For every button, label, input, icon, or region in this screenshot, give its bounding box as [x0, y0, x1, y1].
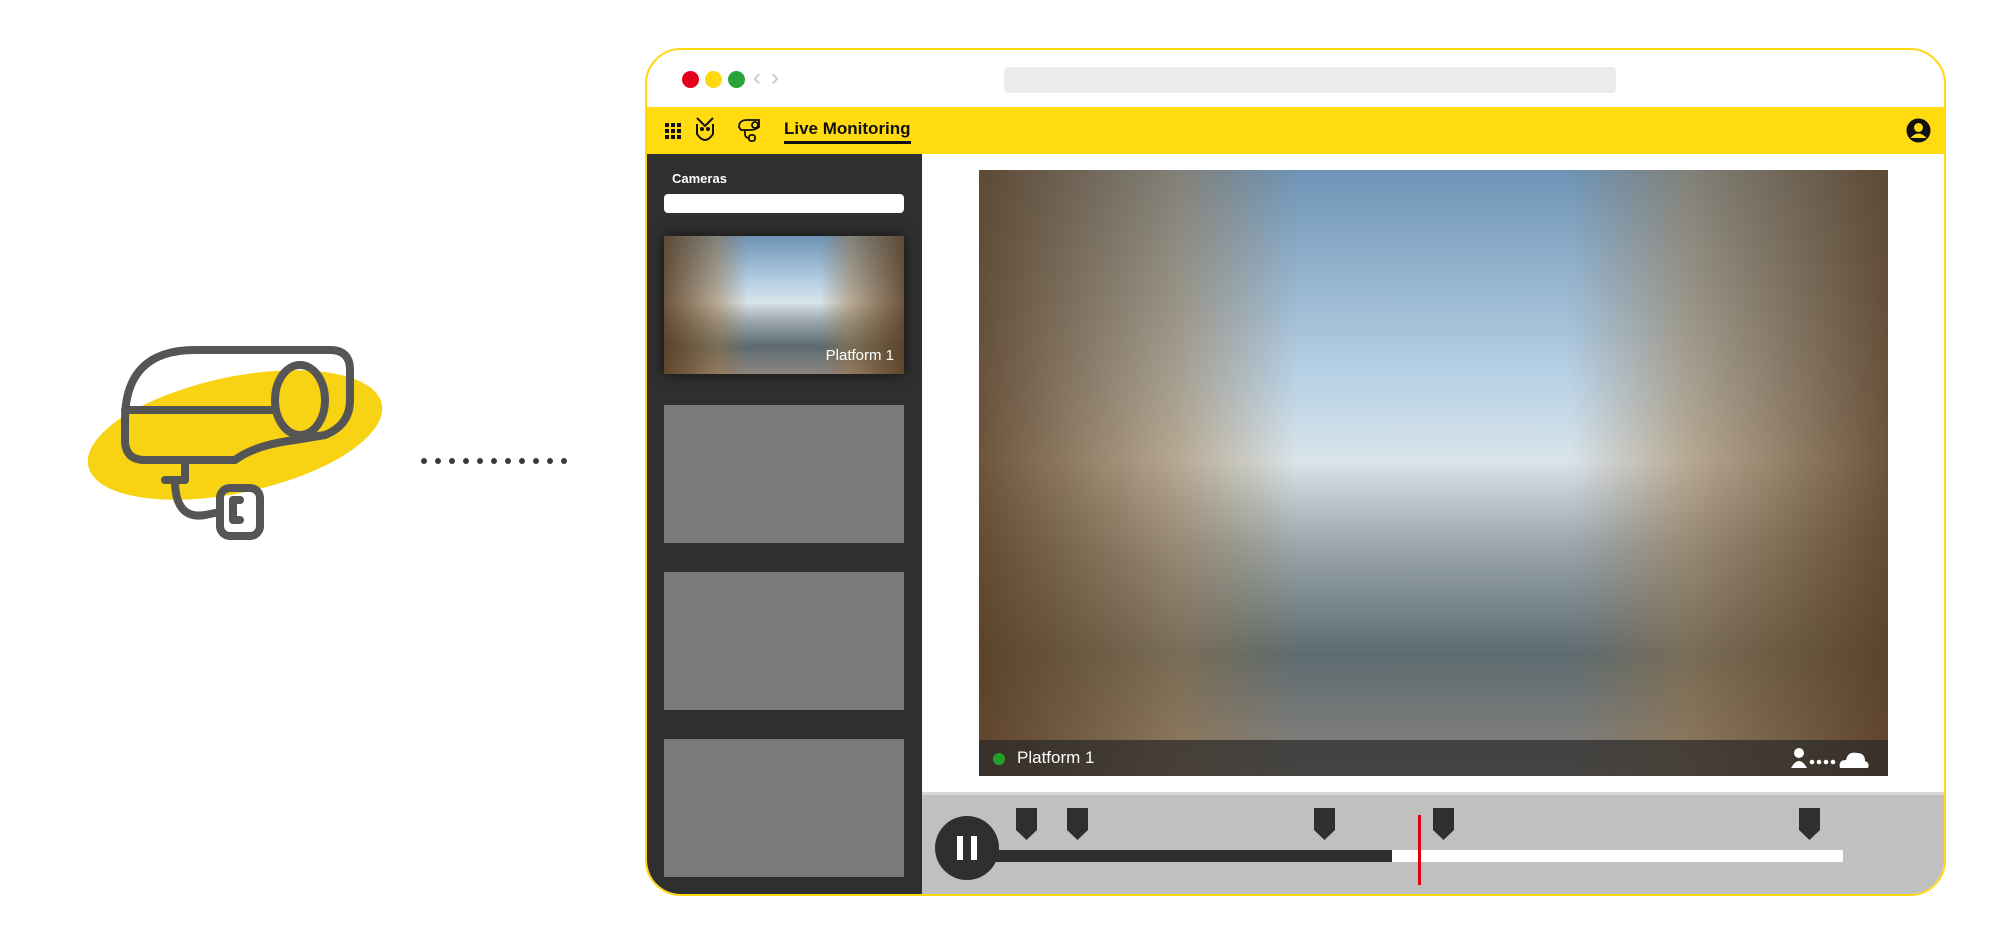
- video-status-icons: [1791, 748, 1869, 768]
- event-marker[interactable]: [1433, 808, 1455, 840]
- live-video-feed[interactable]: Platform 1: [979, 170, 1888, 776]
- dots-icon: [1809, 759, 1836, 765]
- maximize-window-button[interactable]: [728, 71, 745, 88]
- security-camera-illustration: [87, 346, 383, 540]
- event-marker[interactable]: [1798, 808, 1820, 840]
- pause-button[interactable]: [935, 816, 999, 880]
- event-marker[interactable]: [1016, 808, 1038, 840]
- playhead[interactable]: [1417, 815, 1421, 885]
- minimize-window-button[interactable]: [705, 71, 722, 88]
- camera-thumbnail-label: Platform 1: [825, 347, 894, 364]
- camera-search-input[interactable]: [664, 194, 904, 213]
- grid-icon[interactable]: [665, 123, 681, 139]
- address-bar[interactable]: [1004, 67, 1616, 93]
- status-online-indicator: [993, 753, 1005, 765]
- close-window-button[interactable]: [682, 71, 699, 88]
- owl-logo-icon: [696, 117, 714, 141]
- cameras-label: Cameras: [672, 171, 727, 186]
- camera-icon[interactable]: [737, 117, 763, 143]
- tab-live-monitoring[interactable]: Live Monitoring: [784, 119, 911, 144]
- camera-thumbnail-empty[interactable]: [664, 405, 904, 543]
- video-info-bar: Platform 1: [979, 740, 1888, 776]
- video-camera-name: Platform 1: [1017, 748, 1095, 767]
- person-icon: [1791, 748, 1807, 768]
- event-marker[interactable]: [1313, 808, 1335, 840]
- playback-timeline: [922, 792, 1944, 894]
- camera-thumbnail-empty[interactable]: [664, 739, 904, 877]
- user-account-icon[interactable]: [1906, 118, 1931, 143]
- timeline-progress: [992, 850, 1392, 862]
- camera-thumbnail-platform-1[interactable]: Platform 1: [664, 236, 904, 374]
- camera-sidebar: Cameras Platform 1: [647, 154, 922, 894]
- camera-thumbnail-empty[interactable]: [664, 572, 904, 710]
- forward-icon[interactable]: ›: [771, 64, 779, 92]
- back-icon[interactable]: ‹: [753, 64, 761, 92]
- event-marker[interactable]: [1067, 808, 1089, 840]
- cloud-icon: [1839, 752, 1869, 768]
- connector-dots: [421, 458, 567, 464]
- app-header: Live Monitoring: [647, 107, 1944, 154]
- browser-window: ‹ › Live Monitoring Cameras Platform 1 P…: [645, 48, 1946, 896]
